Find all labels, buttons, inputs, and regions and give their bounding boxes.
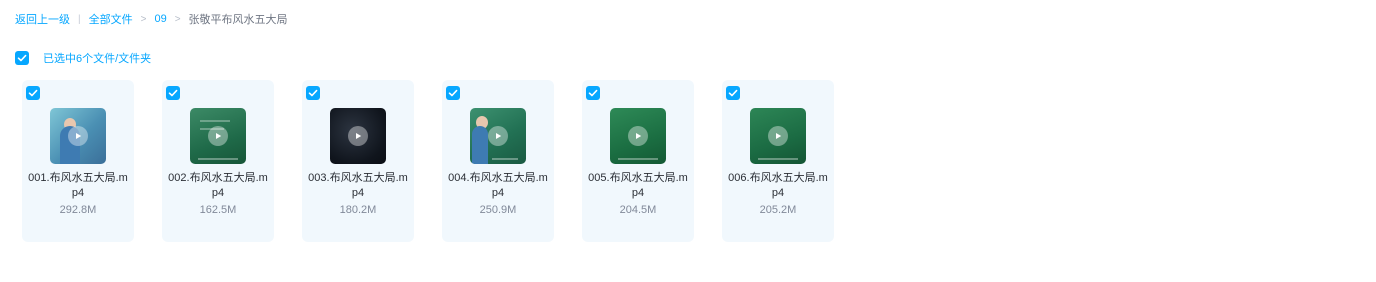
checkbox-checked-icon bbox=[588, 89, 598, 97]
file-browser: 返回上一级 | 全部文件 > 09 > 张敬平布风水五大局 已选中6个文件/文件… bbox=[0, 0, 1376, 282]
file-name: 003.布风水五大局.mp4 bbox=[308, 172, 408, 199]
breadcrumb: 返回上一级 | 全部文件 > 09 > 张敬平布风水五大局 bbox=[15, 12, 288, 26]
checkbox-checked-icon bbox=[168, 89, 178, 97]
breadcrumb-separator: > bbox=[140, 13, 147, 25]
thumbnail-caption bbox=[618, 158, 658, 160]
selection-count: 已选中6个文件/文件夹 bbox=[43, 53, 152, 65]
file-size: 180.2M bbox=[339, 204, 377, 216]
selection-bar: 已选中6个文件/文件夹 bbox=[15, 51, 151, 65]
file-checkbox[interactable] bbox=[166, 86, 180, 100]
file-size: 205.2M bbox=[759, 204, 797, 216]
file-card[interactable]: 004.布风水五大局.mp4 250.9M bbox=[442, 80, 554, 242]
file-name: 006.布风水五大局.mp4 bbox=[728, 172, 828, 199]
play-icon bbox=[348, 126, 368, 146]
breadcrumb-current: 张敬平布风水五大局 bbox=[188, 14, 288, 26]
select-all-checkbox[interactable] bbox=[15, 51, 29, 65]
file-name: 001.布风水五大局.mp4 bbox=[28, 172, 128, 199]
file-card[interactable]: 002.布风水五大局.mp4 162.5M bbox=[162, 80, 274, 242]
file-card[interactable]: 006.布风水五大局.mp4 205.2M bbox=[722, 80, 834, 242]
file-size: 250.9M bbox=[479, 204, 517, 216]
video-thumbnail[interactable] bbox=[610, 108, 666, 164]
play-icon bbox=[68, 126, 88, 146]
file-card[interactable]: 003.布风水五大局.mp4 180.2M bbox=[302, 80, 414, 242]
video-thumbnail[interactable] bbox=[330, 108, 386, 164]
checkbox-checked-icon bbox=[17, 54, 27, 62]
play-icon bbox=[768, 126, 788, 146]
checkbox-checked-icon bbox=[448, 89, 458, 97]
checkbox-checked-icon bbox=[728, 89, 738, 97]
thumbnail-figure bbox=[472, 126, 488, 164]
video-thumbnail[interactable] bbox=[750, 108, 806, 164]
file-size: 204.5M bbox=[619, 204, 657, 216]
file-grid: 001.布风水五大局.mp4 292.8M 002.布风水五大局.mp4 162… bbox=[22, 80, 862, 242]
file-checkbox[interactable] bbox=[446, 86, 460, 100]
file-name: 004.布风水五大局.mp4 bbox=[448, 172, 548, 199]
file-card[interactable]: 001.布风水五大局.mp4 292.8M bbox=[22, 80, 134, 242]
thumbnail-decoration bbox=[200, 120, 230, 122]
file-checkbox[interactable] bbox=[306, 86, 320, 100]
video-thumbnail[interactable] bbox=[190, 108, 246, 164]
file-card[interactable]: 005.布风水五大局.mp4 204.5M bbox=[582, 80, 694, 242]
breadcrumb-separator: > bbox=[174, 13, 181, 25]
breadcrumb-all-files[interactable]: 全部文件 bbox=[89, 11, 133, 27]
file-checkbox[interactable] bbox=[726, 86, 740, 100]
thumbnail-caption bbox=[492, 158, 518, 160]
play-icon bbox=[208, 126, 228, 146]
file-size: 162.5M bbox=[199, 204, 237, 216]
file-size: 292.8M bbox=[59, 204, 97, 216]
play-icon bbox=[488, 126, 508, 146]
checkbox-checked-icon bbox=[308, 89, 318, 97]
breadcrumb-folder-09[interactable]: 09 bbox=[154, 13, 166, 25]
file-name: 005.布风水五大局.mp4 bbox=[588, 172, 688, 199]
breadcrumb-divider: | bbox=[78, 13, 81, 25]
checkbox-checked-icon bbox=[28, 89, 38, 97]
thumbnail-caption bbox=[758, 158, 798, 160]
file-name: 002.布风水五大局.mp4 bbox=[168, 172, 268, 199]
file-checkbox[interactable] bbox=[586, 86, 600, 100]
video-thumbnail[interactable] bbox=[470, 108, 526, 164]
back-link[interactable]: 返回上一级 bbox=[15, 11, 70, 27]
file-checkbox[interactable] bbox=[26, 86, 40, 100]
thumbnail-caption bbox=[198, 158, 238, 160]
play-icon bbox=[628, 126, 648, 146]
video-thumbnail[interactable] bbox=[50, 108, 106, 164]
